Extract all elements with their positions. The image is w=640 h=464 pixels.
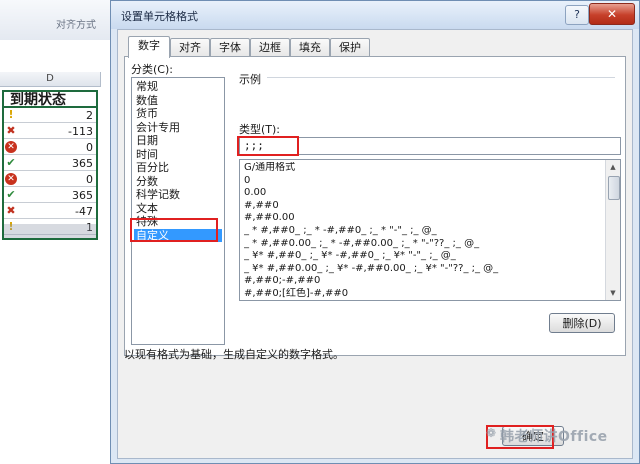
warning-flag-icon: ! [8,108,14,121]
format-list-scrollbar[interactable]: ▲ ▼ [605,160,620,300]
category-item[interactable]: 数值 [134,94,222,107]
list-item[interactable]: 0.00 [244,187,604,199]
table-row[interactable]: ✕ 0 [2,172,98,187]
cell-value: 365 [72,189,93,202]
type-label: 类型(T): [239,123,281,136]
list-item[interactable]: _ ¥* #,##0.00_ ;_ ¥* -#,##0.00_ ;_ ¥* "-… [244,263,604,275]
ribbon-group-label-alignment: 对齐方式 [56,20,96,31]
scroll-down-icon[interactable]: ▼ [607,287,619,299]
scroll-up-icon[interactable]: ▲ [607,161,619,173]
list-item[interactable]: 0 [244,175,604,187]
format-cells-dialog: 设置单元格格式 ? ✕ 数字 对齐 字体 边框 填充 保护 分类(C): 常规数… [110,0,640,464]
category-label: 分类(C): [131,63,173,76]
table-row[interactable]: ✖ -113 [2,124,98,139]
number-tab-panel: 分类(C): 常规 数值 货币 会计专用 日期 时间 百分比 分数 科学记数 文本 特殊 自定义 示例… [124,56,626,356]
table-row[interactable]: ✖ -47 [2,204,98,219]
wechat-icon: ❁ [486,426,497,440]
list-item[interactable]: #,##0 [244,200,604,212]
category-item[interactable]: 会计专用 [134,121,222,134]
scroll-thumb[interactable] [608,176,620,200]
green-check-icon: ✔ [6,156,16,169]
table-row[interactable]: ✔ 365 [2,188,98,203]
category-item[interactable]: 科学记数 [134,188,222,201]
cell-fill-shade [2,224,98,240]
sample-divider [267,77,615,78]
list-item[interactable]: #,##0;[红色]-#,##0 [244,288,604,300]
category-item[interactable]: 货币 [134,107,222,120]
tab-font[interactable]: 字体 [210,38,250,57]
dialog-title: 设置单元格格式 [121,10,198,23]
category-item[interactable]: 文本 [134,202,222,215]
format-code-list[interactable]: G/通用格式 0 0.00 #,##0 #,##0.00 _ * #,##0_ ;_ * … [239,159,621,301]
green-check-icon: ✔ [6,188,16,201]
category-item[interactable]: 自定义 [134,228,222,242]
stop-circle-icon: ✕ [5,141,17,153]
delete-button[interactable]: 删除(D) [549,313,615,333]
type-input[interactable]: ;;; [239,137,621,155]
cell-value: 0 [86,141,93,154]
tab-number[interactable]: 数字 [128,36,170,58]
list-item[interactable]: _ * #,##0_ ;_ * -#,##0_ ;_ * "-"_ ;_ @_ [244,225,604,237]
table-row[interactable]: ! 2 [2,108,98,123]
tab-protection[interactable]: 保护 [330,38,370,57]
category-item[interactable]: 分数 [134,175,222,188]
cell-value: -47 [75,205,93,218]
red-cross-icon: ✖ [6,124,16,137]
list-item[interactable]: _ ¥* #,##0_ ;_ ¥* -#,##0_ ;_ ¥* "-"_ ;_ … [244,250,604,262]
tab-fill[interactable]: 填充 [290,38,330,57]
dialog-client-area: 数字 对齐 字体 边框 填充 保护 分类(C): 常规 数值 货币 会计专用 日期 时间百… [117,29,633,459]
tab-border[interactable]: 边框 [250,38,290,57]
close-button[interactable]: ✕ [589,3,635,25]
column-header-d[interactable]: D [0,72,101,87]
tab-alignment[interactable]: 对齐 [170,38,210,57]
list-item[interactable]: G/通用格式 [244,162,604,174]
cell-value: -113 [68,125,93,138]
category-item[interactable]: 日期 [134,134,222,147]
help-button[interactable]: ? [565,5,589,25]
cell-status-header[interactable]: 到期状态 [2,90,98,108]
sample-group: 示例 [239,71,615,105]
cell-value: 2 [86,109,93,122]
list-item[interactable]: #,##0;-#,##0 [244,275,604,287]
category-item[interactable]: 百分比 [134,161,222,174]
table-row[interactable]: ✕ 0 [2,140,98,155]
category-item[interactable]: 时间 [134,148,222,161]
list-item[interactable]: #,##0.00 [244,212,604,224]
watermark-text: 韩老师讲Office [500,429,608,445]
custom-format-description: 以现有格式为基础，生成自定义的数字格式。 [124,348,344,361]
category-item[interactable]: 特殊 [134,215,222,228]
red-cross-icon: ✖ [6,204,16,217]
list-item[interactable]: _ * #,##0.00_ ;_ * -#,##0.00_ ;_ * "-"??… [244,238,604,250]
cell-value: 365 [72,157,93,170]
table-row[interactable]: ✔ 365 [2,156,98,171]
category-item[interactable]: 常规 [134,80,222,93]
cell-value: 0 [86,173,93,186]
dialog-titlebar[interactable]: 设置单元格格式 ? ✕ [111,1,639,29]
stop-circle-icon: ✕ [5,173,17,185]
sample-label: 示例 [239,73,261,86]
category-list[interactable]: 常规 数值 货币 会计专用 日期 时间 百分比 分数 科学记数 文本 特殊 自定义 [131,77,225,345]
